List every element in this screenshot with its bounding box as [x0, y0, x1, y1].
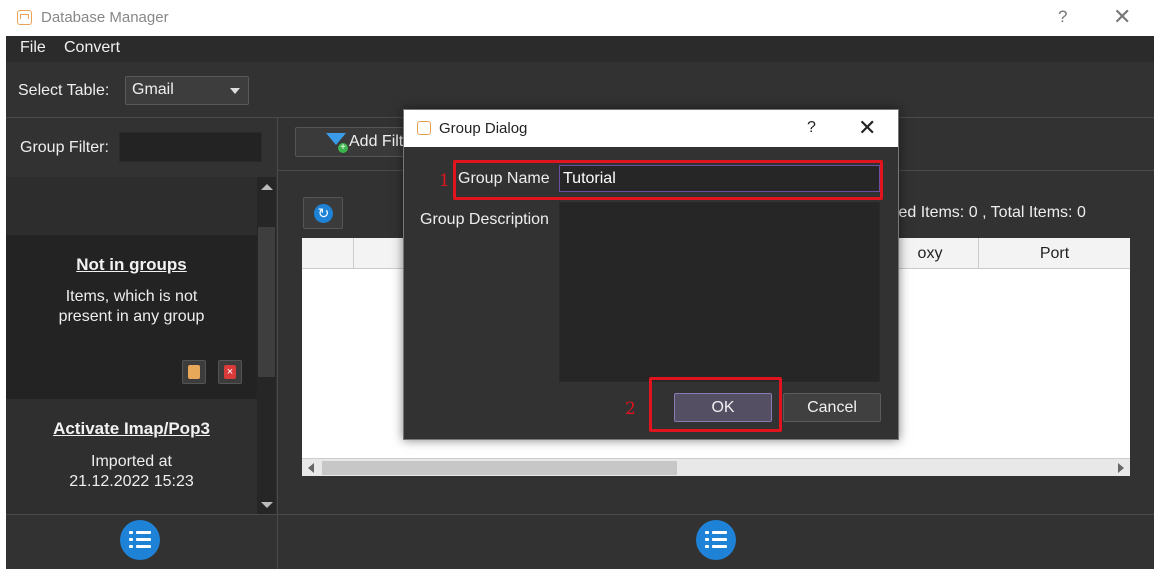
scroll-left-icon[interactable] [308, 463, 314, 473]
dialog-title: Group Dialog [439, 120, 528, 137]
group-description: Imported at [91, 453, 172, 470]
step-number: 1 [439, 171, 450, 191]
group-card[interactable]: Not in groups Items, which is not presen… [6, 235, 257, 399]
select-table-value: Gmail [132, 81, 174, 98]
group-list: Not in groups Items, which is not presen… [6, 177, 257, 514]
delete-group-button[interactable]: × [218, 360, 242, 384]
highlight-box [453, 160, 883, 200]
group-card[interactable]: Activate Imap/Pop3 Imported at 21.12.202… [6, 399, 257, 514]
group-name[interactable]: Not in groups [6, 255, 257, 275]
add-filter-button[interactable]: + Add Filt [295, 127, 415, 157]
delete-icon: × [224, 365, 236, 379]
divider [277, 117, 278, 569]
app-icon [417, 121, 431, 135]
step-number: 2 [625, 399, 636, 419]
scroll-thumb[interactable] [258, 227, 275, 377]
item-counts: cted Items: 0 , Total Items: 0 [886, 204, 1086, 222]
divider [6, 514, 1154, 515]
dialog-close-button[interactable]: ✕ [858, 115, 876, 141]
select-table-dropdown[interactable]: Gmail [125, 76, 249, 105]
group-dialog: Group Dialog ? ✕ Group Name Tutorial Gro… [403, 109, 899, 440]
window-title-bar: Database Manager ? ✕ [0, 0, 1160, 36]
column-header[interactable] [302, 238, 354, 269]
group-description: Items, which is not [65, 288, 198, 305]
chevron-down-icon [230, 88, 240, 94]
group-description-input[interactable] [559, 202, 880, 382]
select-table-label: Select Table: [18, 82, 110, 99]
group-list-scrollbar[interactable] [257, 177, 276, 514]
refresh-icon: ↻ [314, 204, 333, 223]
scroll-down-icon[interactable] [261, 502, 273, 508]
group-name[interactable]: Activate Imap/Pop3 [6, 419, 257, 439]
total-items-label: Total Items: [990, 204, 1073, 221]
plus-icon: + [338, 143, 348, 153]
dialog-title-bar: Group Dialog ? ✕ [404, 110, 898, 147]
help-button[interactable]: ? [1058, 7, 1067, 27]
clipboard-icon [188, 365, 200, 379]
add-filter-label: Add Filt [349, 133, 404, 150]
close-button[interactable]: ✕ [1113, 4, 1131, 30]
scroll-thumb[interactable] [322, 461, 677, 475]
scroll-right-icon[interactable] [1118, 463, 1124, 473]
group-description: present in any group [58, 308, 205, 325]
column-header-port[interactable]: Port [979, 238, 1130, 269]
total-items-count: 0 [1076, 204, 1086, 221]
group-filter-input[interactable] [119, 132, 262, 162]
menu-file[interactable]: File [20, 39, 46, 57]
cancel-button[interactable]: Cancel [783, 393, 881, 422]
counts-separator: , [982, 204, 987, 221]
app-icon [17, 10, 32, 25]
group-description-label: Group Description [420, 211, 549, 228]
refresh-button[interactable]: ↻ [303, 197, 343, 229]
list-icon [705, 531, 727, 549]
menu-bar: File Convert [6, 36, 1154, 62]
scroll-up-icon[interactable] [261, 184, 273, 190]
group-description: 21.12.2022 15:23 [69, 473, 194, 490]
group-menu-button[interactable] [120, 520, 160, 560]
list-icon [129, 531, 151, 549]
group-filter-label: Group Filter: [20, 139, 109, 156]
selected-items-count: 0 [968, 204, 978, 221]
menu-convert[interactable]: Convert [64, 39, 120, 57]
table-horizontal-scrollbar[interactable] [302, 458, 1130, 476]
edit-group-button[interactable] [182, 360, 206, 384]
column-header[interactable] [354, 238, 404, 269]
items-menu-button[interactable] [696, 520, 736, 560]
window-title: Database Manager [41, 9, 169, 26]
dialog-help-button[interactable]: ? [807, 119, 816, 137]
highlight-box [649, 377, 782, 432]
